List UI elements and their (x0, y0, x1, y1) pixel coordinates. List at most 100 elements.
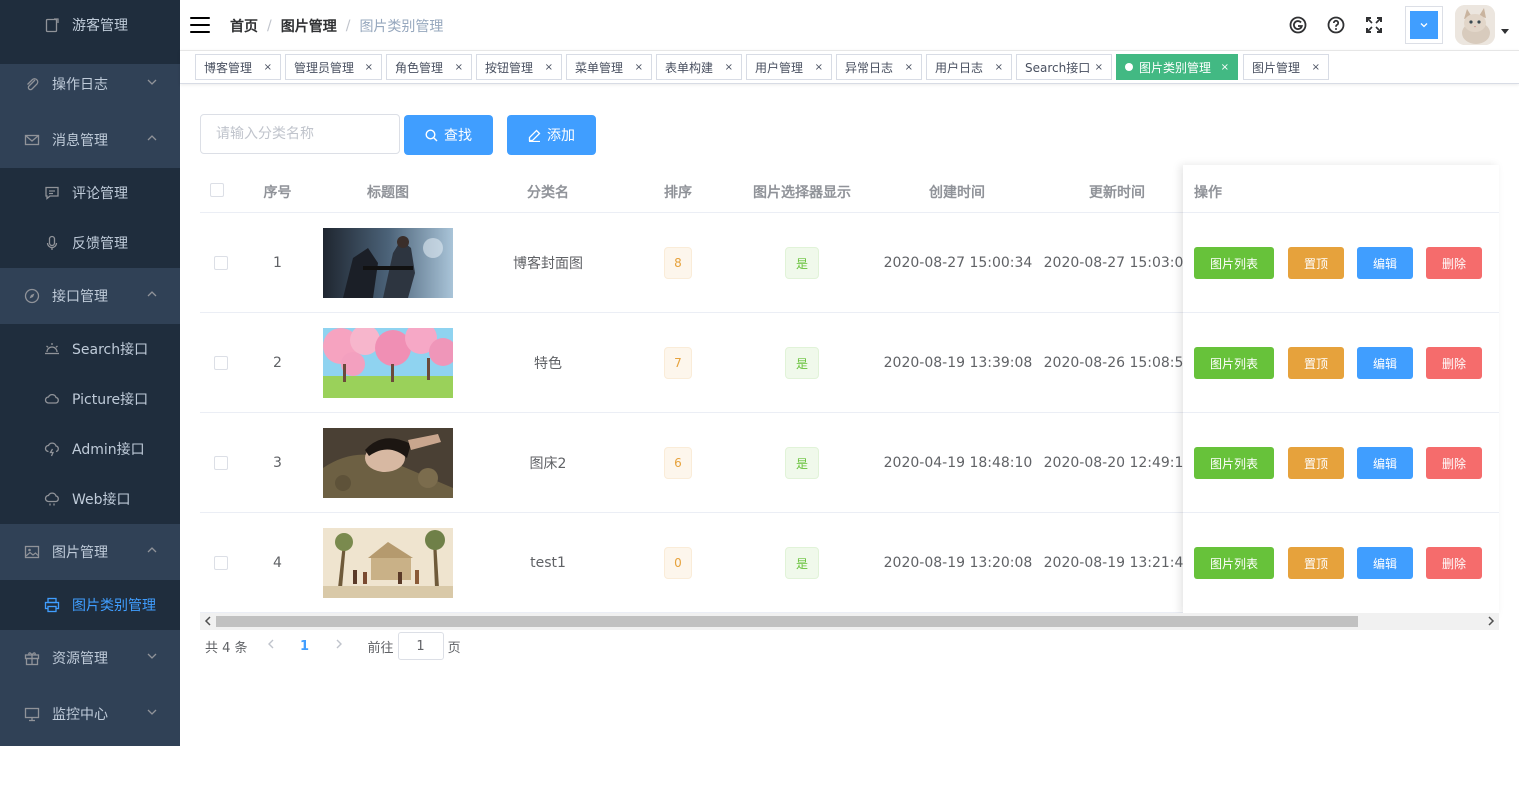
close-icon[interactable]: × (365, 62, 373, 73)
scrollbar-thumb[interactable] (216, 616, 1358, 627)
row-checkbox[interactable] (214, 456, 228, 470)
caret-down-icon[interactable] (1501, 28, 1509, 34)
cell-updated-time: 2020-08-26 15:08:50 (1043, 355, 1193, 371)
cell-category-name: test1 (530, 555, 566, 571)
category-search-input[interactable] (200, 114, 400, 154)
row-checkbox[interactable] (214, 356, 228, 370)
tag-label: 用户日志 (935, 60, 984, 75)
sidebar-item-visitor[interactable]: 游客管理 (0, 0, 180, 50)
sidebar-item-message[interactable]: 消息管理 (0, 112, 180, 168)
tag-picture-category[interactable]: 图片类别管理 × (1116, 54, 1238, 80)
column-header: 标题图 (367, 185, 409, 201)
pin-top-button[interactable]: 置顶 (1288, 247, 1344, 279)
close-icon[interactable]: × (1221, 62, 1229, 73)
cell-updated-time: 2020-08-27 15:03:00 (1043, 255, 1193, 271)
pagination-jumper: 前往 1 页 (368, 632, 461, 660)
title-image[interactable] (323, 228, 453, 298)
delete-button[interactable]: 删除 (1426, 447, 1482, 479)
tag-user[interactable]: 用户管理 × (746, 54, 832, 80)
edit-button[interactable]: 编辑 (1357, 447, 1413, 479)
select-all-checkbox[interactable] (210, 183, 224, 197)
breadcrumb-separator: / (267, 18, 272, 34)
sidebar-item-picture[interactable]: 图片管理 (0, 524, 180, 580)
sidebar-item-admin-api[interactable]: Admin接口 (0, 424, 180, 474)
tag-picture[interactable]: 图片管理 × (1243, 54, 1329, 80)
tag-exception-log[interactable]: 异常日志 × (836, 54, 922, 80)
tag-user-log[interactable]: 用户日志 × (926, 54, 1012, 80)
sidebar-item-search-api[interactable]: Search接口 (0, 324, 180, 374)
picture-list-button[interactable]: 图片列表 (1194, 247, 1274, 279)
cell-index: 3 (273, 455, 282, 471)
compass-icon (24, 288, 40, 304)
column-header: 更新时间 (1089, 185, 1145, 201)
edit-button[interactable]: 编辑 (1357, 547, 1413, 579)
hamburger-icon[interactable] (190, 17, 210, 33)
sidebar-item-picture-category[interactable]: 图片类别管理 (0, 580, 180, 630)
title-image[interactable] (323, 328, 453, 398)
delete-button[interactable]: 删除 (1426, 347, 1482, 379)
row-checkbox[interactable] (214, 556, 228, 570)
close-icon[interactable]: × (725, 62, 733, 73)
close-icon[interactable]: × (1312, 62, 1320, 73)
close-icon[interactable]: × (545, 62, 553, 73)
title-image[interactable] (323, 428, 453, 498)
edit-button[interactable]: 编辑 (1357, 247, 1413, 279)
sidebar-item-web-api[interactable]: Web接口 (0, 474, 180, 524)
title-image[interactable] (323, 528, 453, 598)
help-icon[interactable] (1326, 15, 1346, 35)
jumper-input[interactable]: 1 (397, 632, 444, 660)
picture-list-button[interactable]: 图片列表 (1194, 547, 1274, 579)
delete-button[interactable]: 删除 (1426, 547, 1482, 579)
pin-top-button[interactable]: 置顶 (1288, 347, 1344, 379)
picture-list-button[interactable]: 图片列表 (1194, 347, 1274, 379)
page-number-current[interactable]: 1 (290, 639, 320, 654)
tag-label: 异常日志 (845, 60, 894, 75)
delete-button[interactable]: 删除 (1426, 247, 1482, 279)
horizontal-scrollbar[interactable] (200, 613, 1499, 630)
prev-page-icon[interactable] (256, 638, 286, 654)
edit-button[interactable]: 编辑 (1357, 347, 1413, 379)
picture-list-button[interactable]: 图片列表 (1194, 447, 1274, 479)
pin-top-button[interactable]: 置顶 (1288, 447, 1344, 479)
close-icon[interactable]: × (1095, 62, 1103, 73)
sidebar-item-picture-api[interactable]: Picture接口 (0, 374, 180, 424)
active-dot-icon (1125, 63, 1133, 71)
row-checkbox[interactable] (214, 256, 228, 270)
close-icon[interactable]: × (455, 62, 463, 73)
scroll-right-icon[interactable] (1487, 615, 1495, 630)
tag-menu[interactable]: 菜单管理 × (566, 54, 652, 80)
jumper-suffix: 页 (447, 640, 461, 656)
fullscreen-icon[interactable] (1364, 15, 1384, 35)
sidebar-item-operation-log[interactable]: 操作日志 (0, 56, 180, 112)
close-icon[interactable]: × (995, 62, 1003, 73)
sidebar-item-comment[interactable]: 评论管理 (0, 168, 180, 218)
tag-form[interactable]: 表单构建 × (656, 54, 742, 80)
sidebar-item-resource[interactable]: 资源管理 (0, 630, 180, 686)
scroll-left-icon[interactable] (204, 615, 212, 630)
sidebar-item-label: Search接口 (72, 342, 149, 358)
sidebar-item-feedback[interactable]: 反馈管理 (0, 218, 180, 268)
add-button[interactable]: 添加 (507, 115, 596, 155)
sidebar-item-label: 图片类别管理 (72, 598, 156, 614)
tag-admin[interactable]: 管理员管理 × (285, 54, 382, 80)
close-icon[interactable]: × (635, 62, 643, 73)
breadcrumb-picture-management[interactable]: 图片管理 (281, 16, 337, 36)
microphone-icon (44, 235, 60, 251)
size-select[interactable] (1405, 6, 1443, 44)
close-icon[interactable]: × (264, 62, 272, 73)
close-icon[interactable]: × (815, 62, 823, 73)
close-icon[interactable]: × (905, 62, 913, 73)
tag-role[interactable]: 角色管理 × (386, 54, 472, 80)
pin-top-button[interactable]: 置顶 (1288, 547, 1344, 579)
tag-search-api[interactable]: Search接口 × (1016, 54, 1112, 80)
breadcrumb-home[interactable]: 首页 (230, 16, 258, 36)
next-page-icon[interactable] (324, 638, 354, 654)
sidebar-item-monitor[interactable]: 监控中心 (0, 686, 180, 742)
tag-blog[interactable]: 博客管理 × (195, 54, 281, 80)
sidebar-item-api[interactable]: 接口管理 (0, 268, 180, 324)
breadcrumb-separator: / (345, 18, 351, 34)
avatar[interactable] (1455, 5, 1495, 45)
search-button[interactable]: 查找 (404, 115, 493, 155)
github-icon[interactable] (1288, 15, 1308, 35)
tag-button[interactable]: 按钮管理 × (476, 54, 562, 80)
